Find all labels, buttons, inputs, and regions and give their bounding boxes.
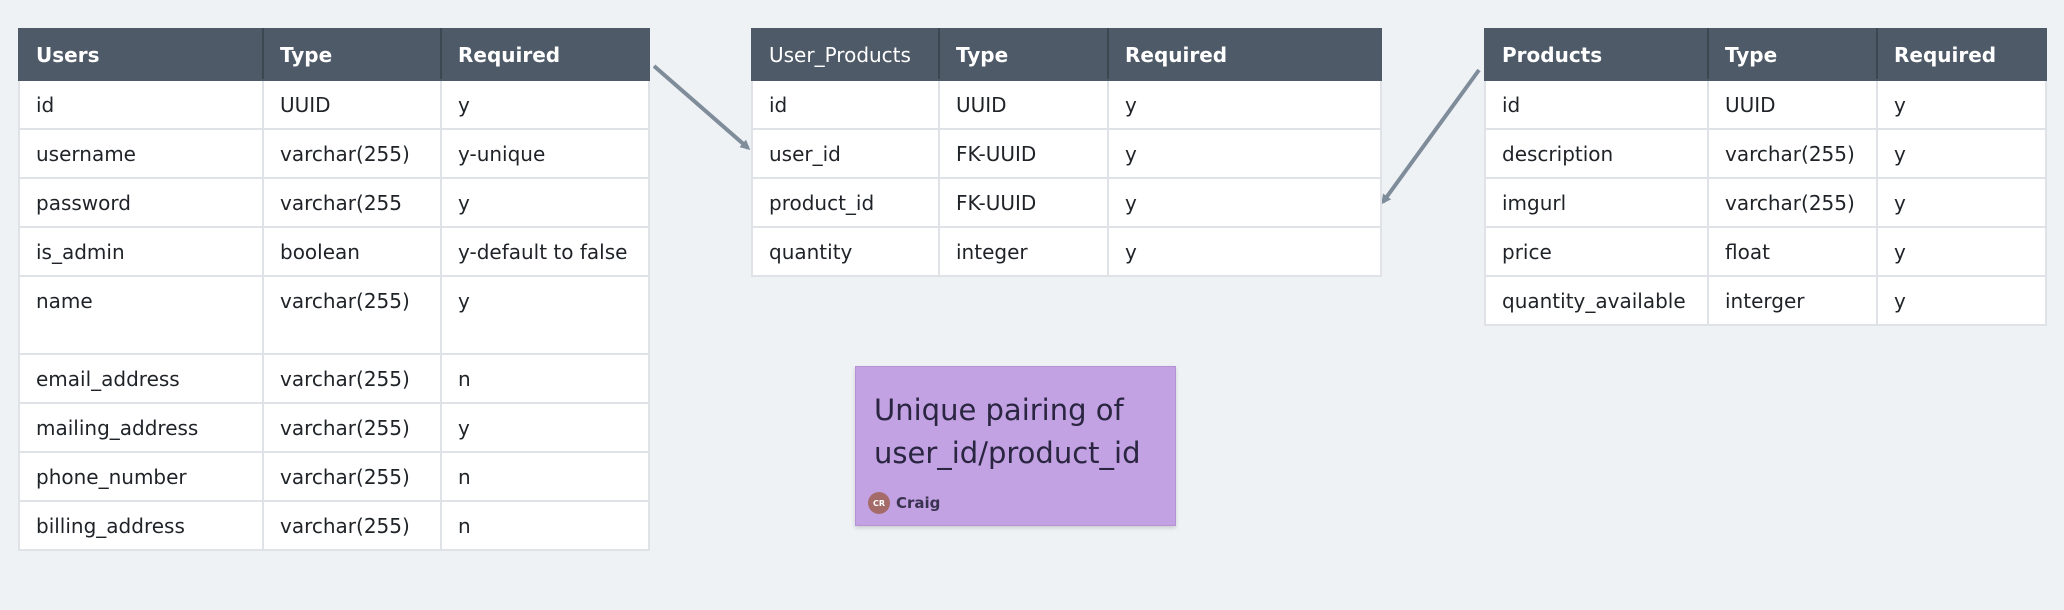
field-required-cell[interactable]: y — [1107, 128, 1382, 179]
field-type-cell[interactable]: boolean — [262, 226, 442, 277]
avatar: CR — [868, 492, 890, 514]
field-type-cell[interactable]: FK-UUID — [938, 128, 1109, 179]
table-row[interactable]: mailing_address varchar(255) y — [18, 402, 650, 453]
field-name-cell[interactable]: user_id — [751, 128, 940, 179]
sticky-note-author: CR Craig — [868, 492, 940, 514]
table-row[interactable]: id UUID y — [751, 79, 1382, 130]
field-name-cell[interactable]: id — [18, 79, 264, 130]
field-type-cell[interactable]: varchar(255 — [262, 177, 442, 228]
table-title[interactable]: Users — [18, 28, 264, 81]
column-header-type: Type — [262, 28, 442, 81]
field-type-cell[interactable]: varchar(255) — [262, 275, 442, 355]
users-table[interactable]: Users Type Required id UUID y username v… — [18, 28, 650, 551]
field-type-cell[interactable]: float — [1707, 226, 1878, 277]
field-type-cell[interactable]: UUID — [1707, 79, 1878, 130]
sticky-note-text: Unique pairing of user_id/product_id — [874, 393, 1141, 470]
field-name-cell[interactable]: mailing_address — [18, 402, 264, 453]
field-type-cell[interactable]: varchar(255) — [262, 451, 442, 502]
table-row[interactable]: is_admin boolean y-default to false — [18, 226, 650, 277]
field-name-cell[interactable]: quantity_available — [1484, 275, 1709, 326]
field-name-cell[interactable]: id — [1484, 79, 1709, 130]
table-row[interactable]: user_id FK-UUID y — [751, 128, 1382, 179]
field-name-cell[interactable]: id — [751, 79, 940, 130]
field-name-cell[interactable]: product_id — [751, 177, 940, 228]
field-name-cell[interactable]: quantity — [751, 226, 940, 277]
table-row[interactable]: password varchar(255 y — [18, 177, 650, 228]
field-name-cell[interactable]: is_admin — [18, 226, 264, 277]
field-required-cell[interactable]: y — [1876, 177, 2047, 228]
field-required-cell[interactable]: y-default to false — [440, 226, 650, 277]
field-required-cell[interactable]: n — [440, 353, 650, 404]
field-required-cell[interactable]: y — [1107, 226, 1382, 277]
table-row[interactable]: description varchar(255) y — [1484, 128, 2047, 179]
field-required-cell[interactable]: y — [1107, 177, 1382, 228]
field-type-cell[interactable]: UUID — [938, 79, 1109, 130]
table-header-row: Users Type Required — [18, 28, 650, 81]
table-row[interactable]: imgurl varchar(255) y — [1484, 177, 2047, 228]
field-type-cell[interactable]: varchar(255) — [1707, 128, 1878, 179]
field-type-cell[interactable]: varchar(255) — [262, 128, 442, 179]
table-row[interactable]: id UUID y — [1484, 79, 2047, 130]
table-row[interactable]: quantity integer y — [751, 226, 1382, 277]
field-required-cell[interactable]: y — [1876, 275, 2047, 326]
table-row[interactable]: billing_address varchar(255) n — [18, 500, 650, 551]
column-header-type: Type — [938, 28, 1109, 81]
field-required-cell[interactable]: y-unique — [440, 128, 650, 179]
field-type-cell[interactable]: varchar(255) — [262, 353, 442, 404]
field-required-cell[interactable]: y — [440, 79, 650, 130]
field-type-cell[interactable]: varchar(255) — [262, 402, 442, 453]
field-required-cell[interactable]: n — [440, 451, 650, 502]
diagram-canvas: Users Type Required id UUID y username v… — [0, 0, 2064, 610]
field-name-cell[interactable]: phone_number — [18, 451, 264, 502]
arrow-users-to-user-products[interactable] — [652, 64, 751, 150]
field-name-cell[interactable]: price — [1484, 226, 1709, 277]
field-name-cell[interactable]: description — [1484, 128, 1709, 179]
field-type-cell[interactable]: interger — [1707, 275, 1878, 326]
field-required-cell[interactable]: y — [1876, 79, 2047, 130]
table-row[interactable]: id UUID y — [18, 79, 650, 130]
field-required-cell[interactable]: y — [1876, 226, 2047, 277]
table-header-row: User_Products Type Required — [751, 28, 1382, 81]
field-name-cell[interactable]: name — [18, 275, 264, 355]
column-header-type: Type — [1707, 28, 1878, 81]
table-row[interactable]: phone_number varchar(255) n — [18, 451, 650, 502]
field-type-cell[interactable]: integer — [938, 226, 1109, 277]
table-row[interactable]: product_id FK-UUID y — [751, 177, 1382, 228]
table-row[interactable]: name varchar(255) y — [18, 275, 650, 355]
field-name-cell[interactable]: imgurl — [1484, 177, 1709, 228]
column-header-required: Required — [1107, 28, 1382, 81]
table-row[interactable]: username varchar(255) y-unique — [18, 128, 650, 179]
field-type-cell[interactable]: varchar(255) — [262, 500, 442, 551]
table-header-row: Products Type Required — [1484, 28, 2047, 81]
field-required-cell[interactable]: y — [440, 275, 650, 355]
products-table[interactable]: Products Type Required id UUID y descrip… — [1484, 28, 2047, 326]
sticky-note[interactable]: Unique pairing of user_id/product_id CR … — [855, 366, 1176, 526]
field-name-cell[interactable]: username — [18, 128, 264, 179]
table-row[interactable]: quantity_available interger y — [1484, 275, 2047, 326]
author-name: Craig — [896, 494, 941, 512]
field-required-cell[interactable]: y — [440, 402, 650, 453]
field-name-cell[interactable]: email_address — [18, 353, 264, 404]
field-name-cell[interactable]: billing_address — [18, 500, 264, 551]
field-required-cell[interactable]: y — [440, 177, 650, 228]
table-row[interactable]: email_address varchar(255) n — [18, 353, 650, 404]
field-required-cell[interactable]: y — [1876, 128, 2047, 179]
field-type-cell[interactable]: FK-UUID — [938, 177, 1109, 228]
table-title[interactable]: Products — [1484, 28, 1709, 81]
table-title[interactable]: User_Products — [751, 28, 940, 81]
user-products-table[interactable]: User_Products Type Required id UUID y us… — [751, 28, 1382, 277]
column-header-required: Required — [1876, 28, 2047, 81]
field-type-cell[interactable]: UUID — [262, 79, 442, 130]
column-header-required: Required — [440, 28, 650, 81]
field-required-cell[interactable]: n — [440, 500, 650, 551]
field-type-cell[interactable]: varchar(255) — [1707, 177, 1878, 228]
table-row[interactable]: price float y — [1484, 226, 2047, 277]
field-name-cell[interactable]: password — [18, 177, 264, 228]
arrow-products-to-user-products[interactable] — [1381, 68, 1481, 205]
field-required-cell[interactable]: y — [1107, 79, 1382, 130]
